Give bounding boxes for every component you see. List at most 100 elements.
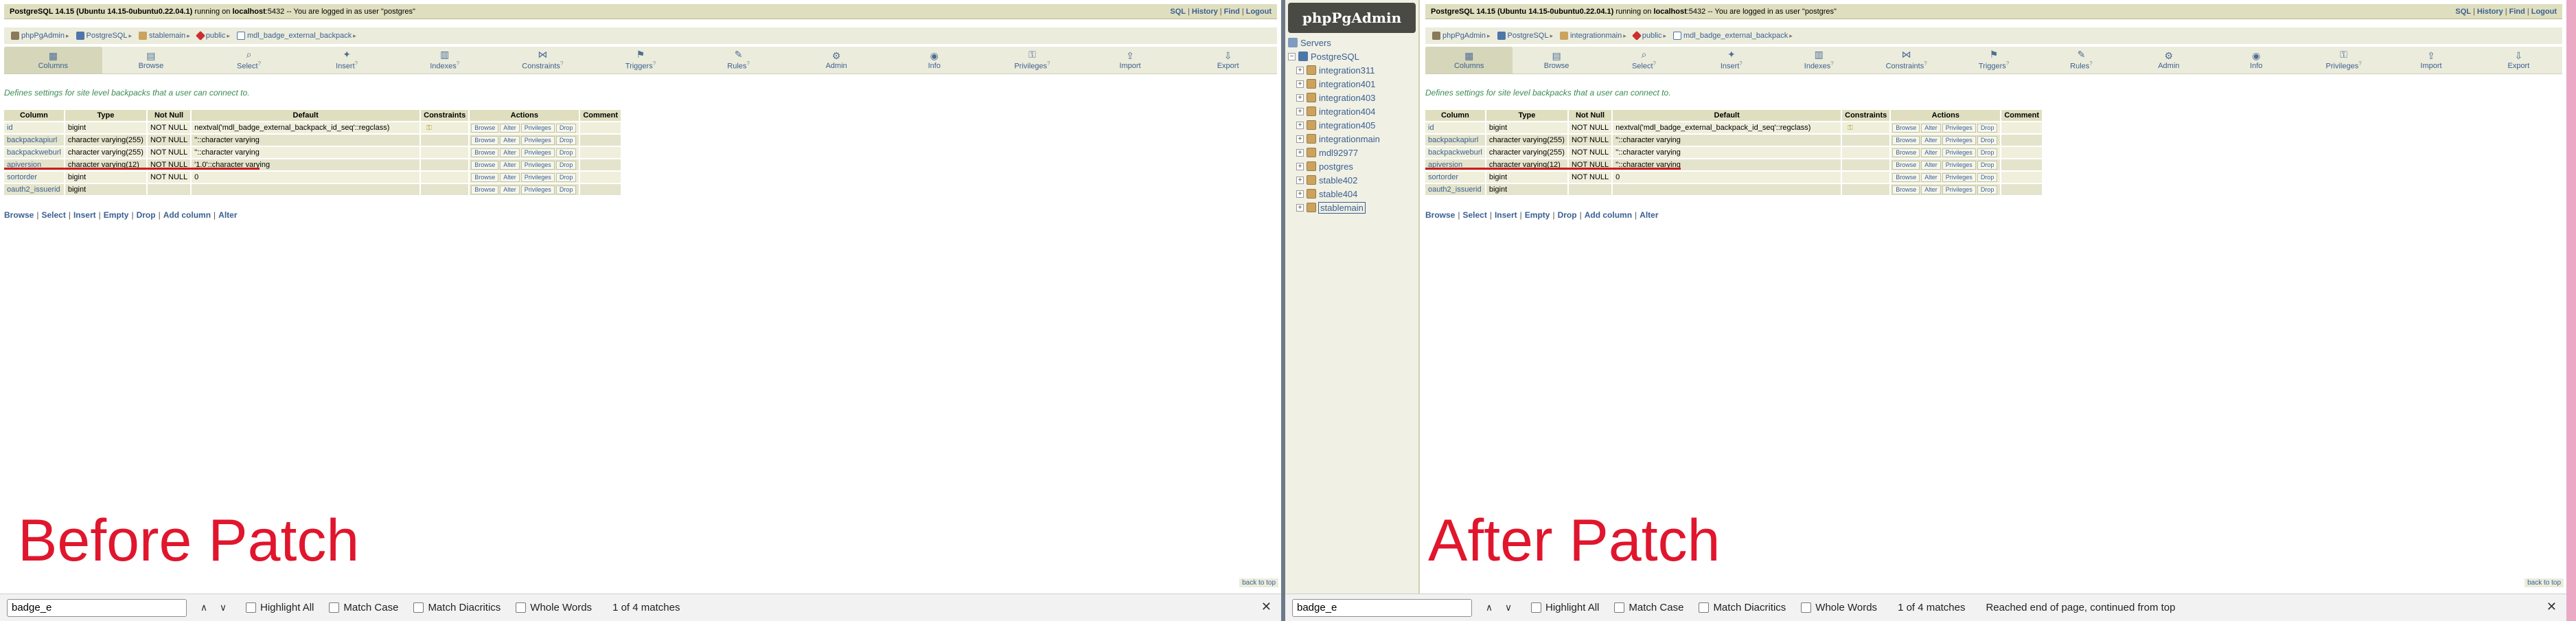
logout-link[interactable]: Logout (1246, 8, 1272, 16)
alter-button[interactable]: Alter (500, 172, 520, 182)
browse-button[interactable]: Browse (1892, 185, 1920, 194)
privileges-button[interactable]: Privileges (520, 123, 555, 133)
select-link[interactable]: Select (41, 210, 65, 220)
alter-button[interactable]: Alter (500, 123, 520, 133)
tab-admin[interactable]: ⚙ Admin (2125, 47, 2212, 74)
tab-constraints[interactable]: ⋈ Constraints? (1863, 47, 1950, 74)
help-hint[interactable]: ? (258, 60, 261, 67)
tree-item-database[interactable]: + integration404 (1285, 104, 1418, 118)
drop-link[interactable]: Drop (1558, 210, 1577, 220)
match-diacritics-option[interactable]: Match Diacritics (413, 602, 501, 613)
tree-item-database[interactable]: + integration403 (1285, 91, 1418, 104)
alter-link[interactable]: Alter (1640, 210, 1658, 220)
drop-button[interactable]: Drop (555, 135, 577, 145)
browse-button[interactable]: Browse (1892, 135, 1920, 145)
tree-item-database[interactable]: + integration401 (1285, 77, 1418, 91)
insert-link[interactable]: Insert (1495, 210, 1517, 220)
trail-database[interactable]: stablemain ▸ (138, 32, 190, 40)
find-input[interactable] (7, 598, 187, 617)
tree-item-database[interactable]: + postgres (1285, 159, 1418, 173)
help-hint[interactable]: ? (1653, 60, 1656, 67)
close-icon[interactable]: ✕ (2546, 600, 2557, 614)
alter-button[interactable]: Alter (500, 135, 520, 145)
tree-item-database[interactable]: + stablemain (1285, 201, 1418, 214)
column-name-link[interactable]: id (1425, 122, 1485, 133)
browse-button[interactable]: Browse (471, 172, 499, 182)
browse-button[interactable]: Browse (1892, 172, 1920, 182)
tree-item-database[interactable]: + stable402 (1285, 173, 1418, 187)
match-case-checkbox[interactable] (1614, 602, 1625, 613)
add-column-link[interactable]: Add column (1585, 210, 1632, 220)
alter-button[interactable]: Alter (1921, 185, 1941, 194)
expand-icon[interactable]: + (1296, 80, 1304, 88)
trail-admin[interactable]: phpPgAdmin ▸ (1432, 32, 1491, 40)
close-icon[interactable]: ✕ (1261, 600, 1272, 614)
help-hint[interactable]: ? (653, 60, 656, 67)
help-hint[interactable]: ? (2006, 60, 2009, 67)
tab-triggers[interactable]: ⚑ Triggers? (1950, 47, 2037, 74)
privileges-button[interactable]: Privileges (1942, 160, 1976, 170)
privileges-button[interactable]: Privileges (1942, 123, 1976, 133)
expand-icon[interactable]: + (1296, 190, 1304, 198)
help-hint[interactable]: ? (560, 60, 563, 67)
alter-link[interactable]: Alter (218, 210, 237, 220)
help-hint[interactable]: ? (355, 60, 358, 67)
tab-browse[interactable]: ▤ Browse (1513, 47, 1600, 74)
back-to-top-link[interactable]: back to top (2525, 578, 2564, 587)
column-name-link[interactable]: backpackapiurl (1425, 135, 1485, 146)
drop-button[interactable]: Drop (555, 123, 577, 133)
drop-button[interactable]: Drop (1977, 185, 1998, 194)
trail-table[interactable]: mdl_badge_external_backpack ▸ (1673, 32, 1793, 40)
column-name-link[interactable]: oauth2_issuerid (1425, 184, 1485, 195)
help-hint[interactable]: ? (1047, 60, 1050, 67)
column-name-link[interactable]: backpackapiurl (4, 135, 64, 146)
trail-server[interactable]: PostgreSQL ▸ (76, 32, 132, 40)
browse-button[interactable]: Browse (471, 160, 499, 170)
primary-key-icon[interactable]: ⚿ (426, 124, 432, 132)
privileges-button[interactable]: Privileges (520, 160, 555, 170)
browse-button[interactable]: Browse (471, 185, 499, 194)
drop-button[interactable]: Drop (555, 148, 577, 157)
phppgadmin-logo[interactable]: phpPgAdmin (1288, 3, 1416, 33)
trail-schema[interactable]: public ▸ (1631, 30, 1666, 41)
tab-columns[interactable]: ▦ Columns (4, 47, 102, 74)
privileges-button[interactable]: Privileges (520, 135, 555, 145)
expand-icon[interactable]: + (1296, 203, 1304, 212)
privileges-button[interactable]: Privileges (1942, 172, 1976, 182)
column-name-link[interactable]: sortorder (4, 172, 64, 183)
expand-icon[interactable]: + (1296, 162, 1304, 170)
whole-words-checkbox[interactable] (516, 602, 527, 613)
tab-columns[interactable]: ▦ Columns (1425, 47, 1513, 74)
highlight-all-checkbox[interactable] (246, 602, 256, 613)
empty-link[interactable]: Empty (104, 210, 129, 220)
browse-button[interactable]: Browse (1892, 123, 1920, 133)
tab-rules[interactable]: ✎ Rules? (2038, 47, 2125, 74)
tab-constraints[interactable]: ⋈ Constraints? (494, 47, 592, 74)
primary-key-icon[interactable]: ⚿ (1848, 124, 1853, 132)
tab-select[interactable]: ⌕ Select? (1600, 47, 1688, 74)
privileges-button[interactable]: Privileges (520, 148, 555, 157)
privileges-button[interactable]: Privileges (1942, 148, 1976, 157)
select-link[interactable]: Select (1462, 210, 1486, 220)
tab-import[interactable]: ⇪ Import (1081, 47, 1180, 74)
trail-server[interactable]: PostgreSQL ▸ (1497, 32, 1553, 40)
collapse-icon[interactable]: − (1288, 52, 1296, 60)
column-name-link[interactable]: backpackweburl (1425, 147, 1485, 158)
expand-icon[interactable]: + (1296, 66, 1304, 74)
alter-button[interactable]: Alter (1921, 160, 1941, 170)
expand-icon[interactable]: + (1296, 93, 1304, 102)
trail-admin[interactable]: phpPgAdmin ▸ (11, 32, 69, 40)
tab-export[interactable]: ⇩ Export (2475, 47, 2562, 74)
tree-item-database[interactable]: + mdl92977 (1285, 146, 1418, 159)
tab-rules[interactable]: ✎ Rules? (689, 47, 787, 74)
highlight-all-checkbox[interactable] (1531, 602, 1541, 613)
whole-words-option[interactable]: Whole Words (516, 602, 592, 613)
alter-button[interactable]: Alter (500, 148, 520, 157)
expand-icon[interactable]: + (1296, 135, 1304, 143)
drop-button[interactable]: Drop (1977, 148, 1998, 157)
tree-item-database[interactable]: + integration405 (1285, 118, 1418, 132)
back-to-top-link[interactable]: back to top (1239, 578, 1278, 587)
match-case-option[interactable]: Match Case (329, 602, 398, 613)
trail-table[interactable]: mdl_badge_external_backpack ▸ (237, 32, 356, 40)
match-diacritics-option[interactable]: Match Diacritics (1699, 602, 1786, 613)
